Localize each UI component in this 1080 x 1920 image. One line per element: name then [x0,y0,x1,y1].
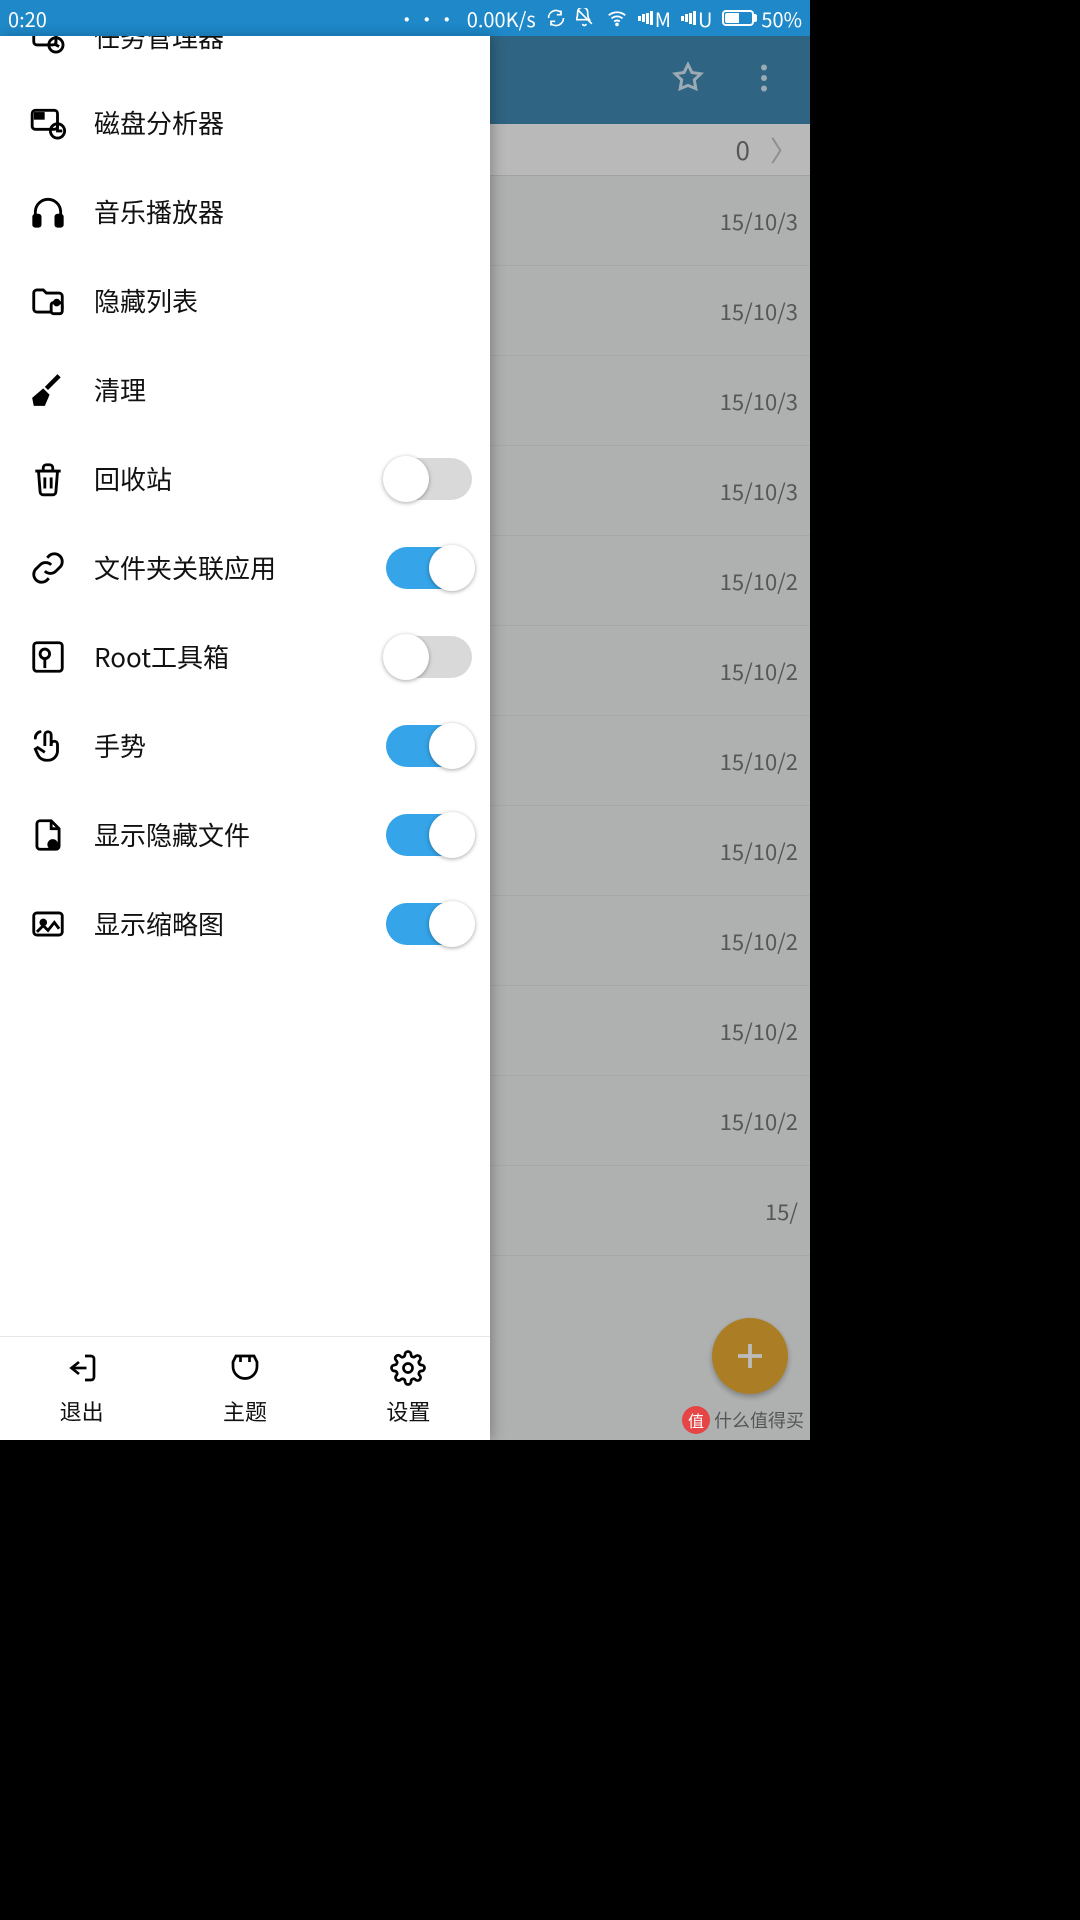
navigation-drawer: 任务管理器磁盘分析器音乐播放器隐藏列表清理回收站文件夹关联应用 Root工具箱手势… [0,36,490,1440]
watermark-badge: 值 [682,1406,710,1434]
theme-icon [227,1350,263,1393]
watermark: 值 什么值得买 [682,1406,804,1434]
mute-icon [576,8,596,28]
drawer-item-label: 隐藏列表 [94,282,472,319]
drawer-bottom-theme[interactable]: 主题 [163,1337,326,1440]
watermark-text: 什么值得买 [714,1407,804,1433]
toggle-switch[interactable] [386,814,472,856]
status-dots: ••• [397,4,457,33]
exit-icon [64,1350,100,1393]
trash-icon [26,460,70,498]
toggle-switch[interactable] [386,903,472,945]
drawer-bottom-label: 设置 [386,1395,430,1427]
thumbnail-icon [26,905,70,943]
drawer-item-1[interactable]: 磁盘分析器 [0,78,490,167]
drawer-item-label: 显示缩略图 [94,905,386,942]
drawer-item-6[interactable]: 文件夹关联应用 [0,523,490,612]
battery-icon: 50% [722,4,802,33]
hidden-list-icon [26,282,70,320]
sync-icon [546,8,566,28]
status-time: 0:20 [8,4,47,33]
drawer-bottom-bar: 退出 主题 设置 [0,1336,490,1440]
drawer-bottom-settings[interactable]: 设置 [327,1337,490,1440]
drawer-item-7[interactable]: Root工具箱 [0,612,490,701]
drawer-item-label: 手势 [94,727,386,764]
status-net-speed: 0.00K/s [467,4,536,33]
status-bar: 0:20 ••• 0.00K/s M U 50% [0,0,810,36]
drawer-item-label: 显示隐藏文件 [94,816,386,853]
drawer-bottom-label: 主题 [223,1395,267,1427]
toggle-switch[interactable] [386,725,472,767]
drawer-item-label: 音乐播放器 [94,193,472,230]
show-hidden-files-icon [26,816,70,854]
drawer-bottom-label: 退出 [60,1395,104,1427]
toggle-switch[interactable] [386,458,472,500]
disk-analyzer-icon [26,104,70,142]
broom-icon [26,371,70,409]
root-toolbox-icon [26,638,70,676]
drawer-item-label: 磁盘分析器 [94,104,472,141]
drawer-item-label: Root工具箱 [94,638,386,675]
signal-1: M [638,4,671,33]
headphones-icon [26,193,70,231]
drawer-item-label: 任务管理器 [94,36,472,55]
drawer-item-8[interactable]: 手势 [0,701,490,790]
task-manager-icon [26,36,70,56]
drawer-item-3[interactable]: 隐藏列表 [0,256,490,345]
toggle-switch[interactable] [386,636,472,678]
drawer-item-9[interactable]: 显示隐藏文件 [0,790,490,879]
drawer-item-label: 文件夹关联应用 [94,549,386,586]
gesture-icon [26,727,70,765]
wifi-icon [606,7,628,29]
settings-icon [390,1350,426,1393]
drawer-item-2[interactable]: 音乐播放器 [0,167,490,256]
toggle-switch[interactable] [386,547,472,589]
drawer-item-10[interactable]: 显示缩略图 [0,879,490,968]
drawer-item-4[interactable]: 清理 [0,345,490,434]
drawer-item-5[interactable]: 回收站 [0,434,490,523]
drawer-item-label: 清理 [94,371,472,408]
drawer-item-label: 回收站 [94,460,386,497]
link-icon [26,549,70,587]
drawer-bottom-exit[interactable]: 退出 [0,1337,163,1440]
drawer-item-0[interactable]: 任务管理器 [0,36,490,78]
drawer-list: 任务管理器磁盘分析器音乐播放器隐藏列表清理回收站文件夹关联应用 Root工具箱手势… [0,36,490,1336]
signal-2: U [681,4,712,33]
